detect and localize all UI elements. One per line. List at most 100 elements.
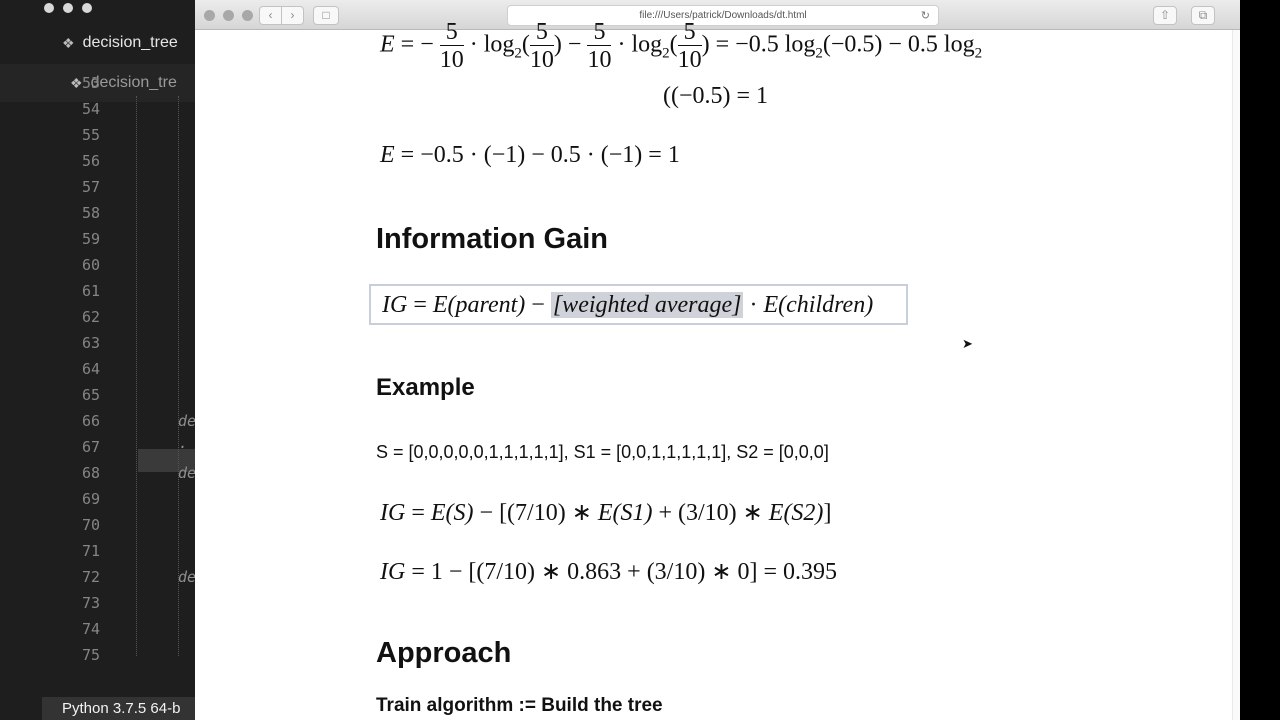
heading-example: Example <box>376 374 475 401</box>
math-var: IG <box>382 292 408 318</box>
python-file-icon: ❖ <box>62 34 75 51</box>
line-number: 71 <box>81 542 100 560</box>
math-var: IG <box>380 559 406 585</box>
fraction: 5 10 <box>439 20 464 73</box>
line-number: 62 <box>81 308 100 326</box>
math-text: + (3/10) ∗ <box>652 500 769 526</box>
editor-tab-active[interactable]: ❖ decision_tree <box>0 24 200 62</box>
line-number: 75 <box>81 646 100 664</box>
vertical-scrollbar[interactable] <box>1232 30 1240 720</box>
math-text: = <box>405 500 431 526</box>
fraction-denominator: 10 <box>529 47 554 73</box>
ig-result-formula: IG = 1 − [(7/10) ∗ 0.863 + (3/10) ∗ 0] =… <box>380 557 837 586</box>
math-text: ] <box>823 500 832 526</box>
math-subscript: 2 <box>514 45 522 62</box>
math-var: E(S1) <box>597 500 653 526</box>
forward-button[interactable]: › <box>281 6 304 25</box>
page-content: E = − 5 10 · log2(5 10) − 5 10 · log2(5 10) … <box>195 20 1232 720</box>
code-fragment[interactable]: de <box>178 412 196 430</box>
editor-tab-label: decision_tre <box>90 74 177 91</box>
fraction: 5 10 <box>587 20 612 73</box>
math-text: − <box>525 292 551 318</box>
math-text: − [(7/10) ∗ <box>473 500 598 526</box>
math-text: ) <box>553 31 562 58</box>
line-number: 68 <box>81 464 100 482</box>
code-fragment[interactable]: de <box>178 464 196 482</box>
back-button[interactable]: ‹ <box>259 6 282 25</box>
heading-approach: Approach <box>376 637 512 669</box>
browser-window: ‹ › □ file:///Users/patrick/Downloads/dt… <box>195 0 1240 720</box>
selected-text-weighted-average[interactable]: [weighted average] <box>550 292 744 318</box>
line-number: 72 <box>81 568 100 586</box>
math-var: E <box>380 142 395 168</box>
math-text: (−0.5) − 0.5 log <box>822 31 975 58</box>
example-sets: S = [0,0,0,0,0,1,1,1,1,1], S1 = [0,0,1,1… <box>376 442 829 462</box>
close-window-button[interactable] <box>44 3 54 13</box>
fraction-denominator: 10 <box>439 47 464 73</box>
zoom-window-button[interactable] <box>82 3 92 13</box>
code-editor-window: ❖ decision_tree ❖ decision_tre 53 54 55 56 5… <box>0 0 200 720</box>
line-number: 63 <box>81 334 100 352</box>
math-text: ( <box>521 31 530 58</box>
math-text: · log <box>463 31 515 58</box>
math-text: ) = −0.5 log <box>701 31 816 58</box>
math-text: = 1 − [(7/10) ∗ 0.863 + (3/10) ∗ 0] = 0.… <box>405 559 837 585</box>
line-number: 60 <box>81 256 100 274</box>
math-subscript: 2 <box>662 45 670 62</box>
fraction-denominator: 10 <box>587 47 612 73</box>
mouse-cursor-icon: ➤ <box>962 336 973 351</box>
line-number: 56 <box>81 152 100 170</box>
fraction: 5 10 <box>529 20 554 73</box>
indent-guide <box>136 96 137 656</box>
line-number: 70 <box>81 516 100 534</box>
fraction-numerator: 5 <box>529 20 554 46</box>
fraction-numerator: 5 <box>587 20 612 46</box>
math-subscript: 2 <box>974 45 983 62</box>
editor-window-controls <box>44 3 92 13</box>
tab-overview-button[interactable]: ⧉ <box>1191 6 1215 25</box>
line-number: 66 <box>81 412 100 430</box>
math-text: = −0.5 · (−1) − 0.5 · (−1) = 1 <box>394 142 680 168</box>
heading-information-gain: Information Gain <box>376 223 608 255</box>
line-number: 54 <box>81 100 100 118</box>
math-var: E <box>380 31 395 58</box>
line-number: 64 <box>81 360 100 378</box>
minimize-window-button[interactable] <box>223 10 234 21</box>
math-var: IG <box>380 500 406 526</box>
line-number: 69 <box>81 490 100 508</box>
line-number: 59 <box>81 230 100 248</box>
math-subscript: 2 <box>815 45 823 62</box>
line-number: 57 <box>81 178 100 196</box>
math-var: E(S) <box>430 500 474 526</box>
sidebar-toggle-button[interactable]: □ <box>313 6 339 25</box>
train-algorithm-heading: Train algorithm := Build the tree <box>376 695 663 716</box>
line-number: 73 <box>81 594 100 612</box>
line-number: 65 <box>81 386 100 404</box>
ig-formula: IG = E(parent) − [weighted average] · E(… <box>382 292 873 319</box>
line-number: 67 <box>81 438 100 456</box>
entropy-formula-line3: E = −0.5 · (−1) − 0.5 · (−1) = 1 <box>380 142 680 169</box>
ig-example-formula: IG = E(S) − [(7/10) ∗ E(S1) + (3/10) ∗ E… <box>380 498 831 527</box>
math-text: ( <box>669 31 678 58</box>
math-var: E(S2) <box>768 500 824 526</box>
zoom-window-button[interactable] <box>242 10 253 21</box>
line-number: 74 <box>81 620 100 638</box>
line-number: 58 <box>81 204 100 222</box>
fraction: 5 10 <box>677 20 702 72</box>
minimize-window-button[interactable] <box>63 3 73 13</box>
line-number: 55 <box>81 126 100 144</box>
math-text: = − <box>394 31 434 58</box>
fraction-numerator: 5 <box>439 20 464 46</box>
editor-tab-secondary[interactable]: ❖ decision_tre <box>0 64 200 102</box>
code-fragment[interactable]: de <box>178 568 196 586</box>
python-interpreter-status[interactable]: Python 3.7.5 64-b <box>42 697 200 720</box>
share-button[interactable]: ⇧ <box>1153 6 1177 25</box>
code-fragment[interactable]: · <box>178 438 187 456</box>
math-text: = <box>407 292 433 318</box>
browser-window-controls <box>204 10 253 21</box>
math-text: − <box>561 31 588 58</box>
close-window-button[interactable] <box>204 10 215 21</box>
math-text: · <box>743 292 764 318</box>
entropy-formula-line2: ((−0.5) = 1 <box>663 83 769 109</box>
entropy-formula-line1: E = − 5 10 · log2(5 10) − 5 10 · log2(5 10) … <box>380 20 982 72</box>
